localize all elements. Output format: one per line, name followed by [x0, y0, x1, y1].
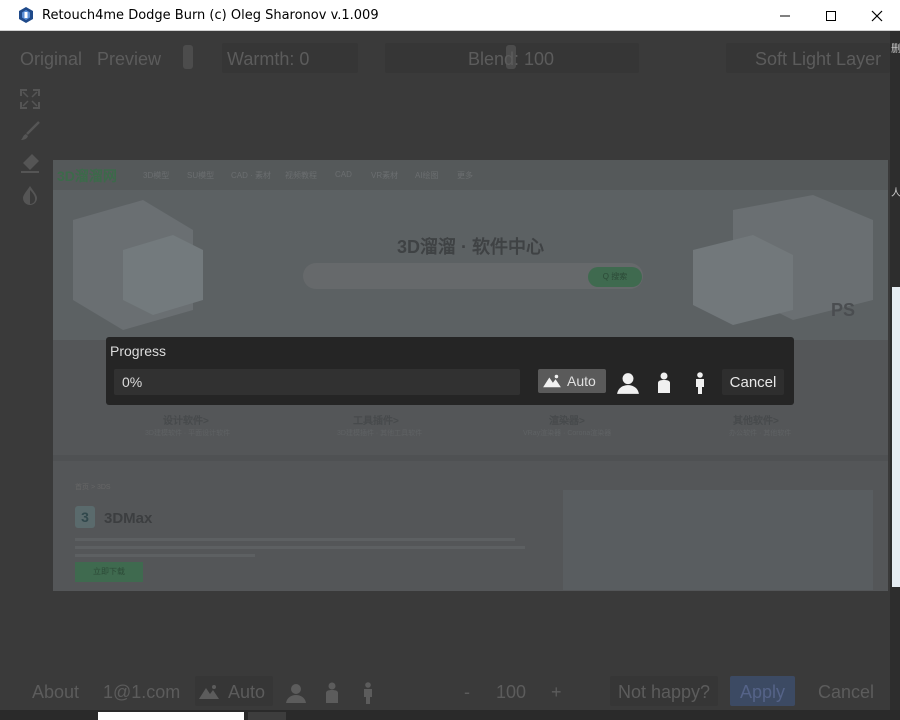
canvas-search-button: Q 搜索: [588, 267, 642, 287]
window-title: Retouch4me Dodge Burn (c) Oleg Sharonov …: [42, 7, 379, 23]
apply-label: Apply: [740, 682, 786, 702]
title-bar: Retouch4me Dodge Burn (c) Oleg Sharonov …: [0, 0, 900, 31]
app-icon: [19, 7, 33, 23]
top-toolbar: Original Preview Warmth: 0 Blend: 100 So…: [0, 31, 890, 85]
about-button[interactable]: About: [32, 682, 79, 703]
canvas-category-title: 设计软件>: [163, 416, 209, 427]
landscape-icon: [199, 685, 219, 699]
canvas-separator: [53, 455, 888, 461]
canvas-category-sub: 办公软件 · 其他软件: [729, 430, 792, 437]
drop-button[interactable]: [14, 179, 46, 211]
canvas-hero-title: 3D溜溜 · 软件中心: [396, 237, 544, 257]
increase-button[interactable]: +: [551, 682, 562, 703]
progress-cancel-button[interactable]: Cancel: [722, 369, 784, 395]
canvas-nav-item: 视频教程: [285, 171, 317, 180]
strength-value[interactable]: 100: [496, 682, 526, 703]
canvas-download-label: 立即下载: [93, 567, 125, 576]
background-window-panel: [892, 287, 900, 587]
close-icon: [871, 10, 883, 21]
original-toggle[interactable]: Original: [20, 49, 82, 70]
portrait-half-button[interactable]: [649, 370, 679, 396]
close-button[interactable]: [854, 0, 900, 31]
canvas-text-line: [75, 546, 525, 549]
canvas-page-nav: 3D溜溜网 3D模型 SU模型 CAD · 素材 视频教程 CAD VR素材 A…: [53, 160, 888, 190]
fit-screen-button[interactable]: [14, 83, 46, 115]
auto-mode-label: Auto: [567, 373, 596, 389]
canvas-product-icon: 3: [75, 506, 95, 528]
auto-mode-label: Auto: [228, 682, 266, 702]
blend-label: Blend: 100: [468, 49, 555, 69]
canvas-category-title: 工具插件>: [353, 416, 399, 427]
preview-switch[interactable]: [183, 45, 193, 69]
eraser-button[interactable]: [14, 147, 46, 179]
portrait-head-button[interactable]: [613, 370, 643, 396]
canvas-text-line: [75, 554, 255, 557]
portrait-full-button[interactable]: [355, 680, 381, 706]
portrait-half-icon: [326, 682, 338, 703]
portrait-half-button[interactable]: [319, 680, 345, 706]
canvas-breadcrumb: 首页 > 3DS: [75, 484, 111, 491]
canvas-category-sub: VRay渲染器 · Corona渲染器: [523, 430, 612, 437]
canvas-category-title: 其他软件>: [733, 416, 779, 427]
background-glyph: 人: [891, 188, 900, 199]
portrait-half-icon: [658, 372, 670, 393]
warmth-label: Warmth: 0: [227, 49, 310, 69]
canvas-nav-item: 更多: [457, 171, 473, 180]
not-happy-button[interactable]: Not happy?: [618, 682, 710, 703]
canvas-text-line: [75, 538, 515, 541]
fit-screen-icon: [20, 89, 40, 109]
background-glyph: 删: [891, 44, 900, 55]
canvas-nav-item: 3D模型: [143, 171, 170, 180]
canvas-nav-item: SU模型: [187, 171, 215, 180]
progress-dialog: Progress 0% Auto Cancel: [106, 337, 794, 405]
canvas-logo: 3D溜溜网: [57, 168, 117, 184]
portrait-head-icon: [617, 373, 639, 394]
canvas-nav-item: CAD: [335, 170, 352, 179]
auto-mode-button[interactable]: Auto: [538, 369, 606, 393]
portrait-full-button[interactable]: [685, 370, 715, 396]
maximize-button[interactable]: [808, 0, 854, 31]
layer-label: Soft Light Layer: [755, 49, 882, 69]
canvas-nav-item: CAD · 素材: [231, 171, 271, 180]
portrait-head-icon: [286, 684, 306, 703]
canvas-product-title: 3DMax: [104, 510, 153, 527]
cancel-button[interactable]: Cancel: [818, 682, 874, 703]
drop-icon: [23, 186, 37, 205]
canvas-category-title: 渲染器>: [549, 416, 585, 427]
tool-column: [14, 83, 48, 213]
brush-button[interactable]: [14, 115, 46, 147]
progress-percent: 0%: [122, 374, 143, 390]
maximize-icon: [826, 10, 836, 21]
canvas-category-sub: 3D建模插件 · 其他工具软件: [337, 430, 423, 437]
eraser-icon: [21, 154, 39, 173]
background-window-panel: [98, 712, 244, 720]
background-window-panel: [248, 712, 286, 720]
progress-bar: 0%: [114, 369, 520, 395]
canvas-download-button: 立即下载: [75, 562, 143, 582]
portrait-full-icon: [364, 682, 372, 704]
minimize-icon: [780, 15, 790, 16]
brush-icon: [21, 121, 40, 140]
canvas-nav-item: AI绘图: [415, 171, 439, 180]
decrease-button[interactable]: -: [464, 682, 470, 703]
landscape-icon: [543, 374, 561, 388]
preview-toggle[interactable]: Preview: [97, 49, 161, 70]
progress-title: Progress: [110, 343, 167, 359]
canvas-product-image: [563, 490, 873, 590]
canvas-search-label: Q 搜索: [602, 272, 628, 281]
canvas-nav-item: VR素材: [371, 171, 399, 180]
portrait-head-button[interactable]: [283, 680, 309, 706]
minimize-button[interactable]: [762, 0, 808, 31]
canvas-category-sub: 3D建模软件 · 平面设计软件: [145, 430, 231, 437]
account-email: 1@1.com: [103, 682, 181, 702]
canvas-ps-badge: PS: [831, 300, 856, 320]
portrait-full-icon: [696, 372, 704, 394]
